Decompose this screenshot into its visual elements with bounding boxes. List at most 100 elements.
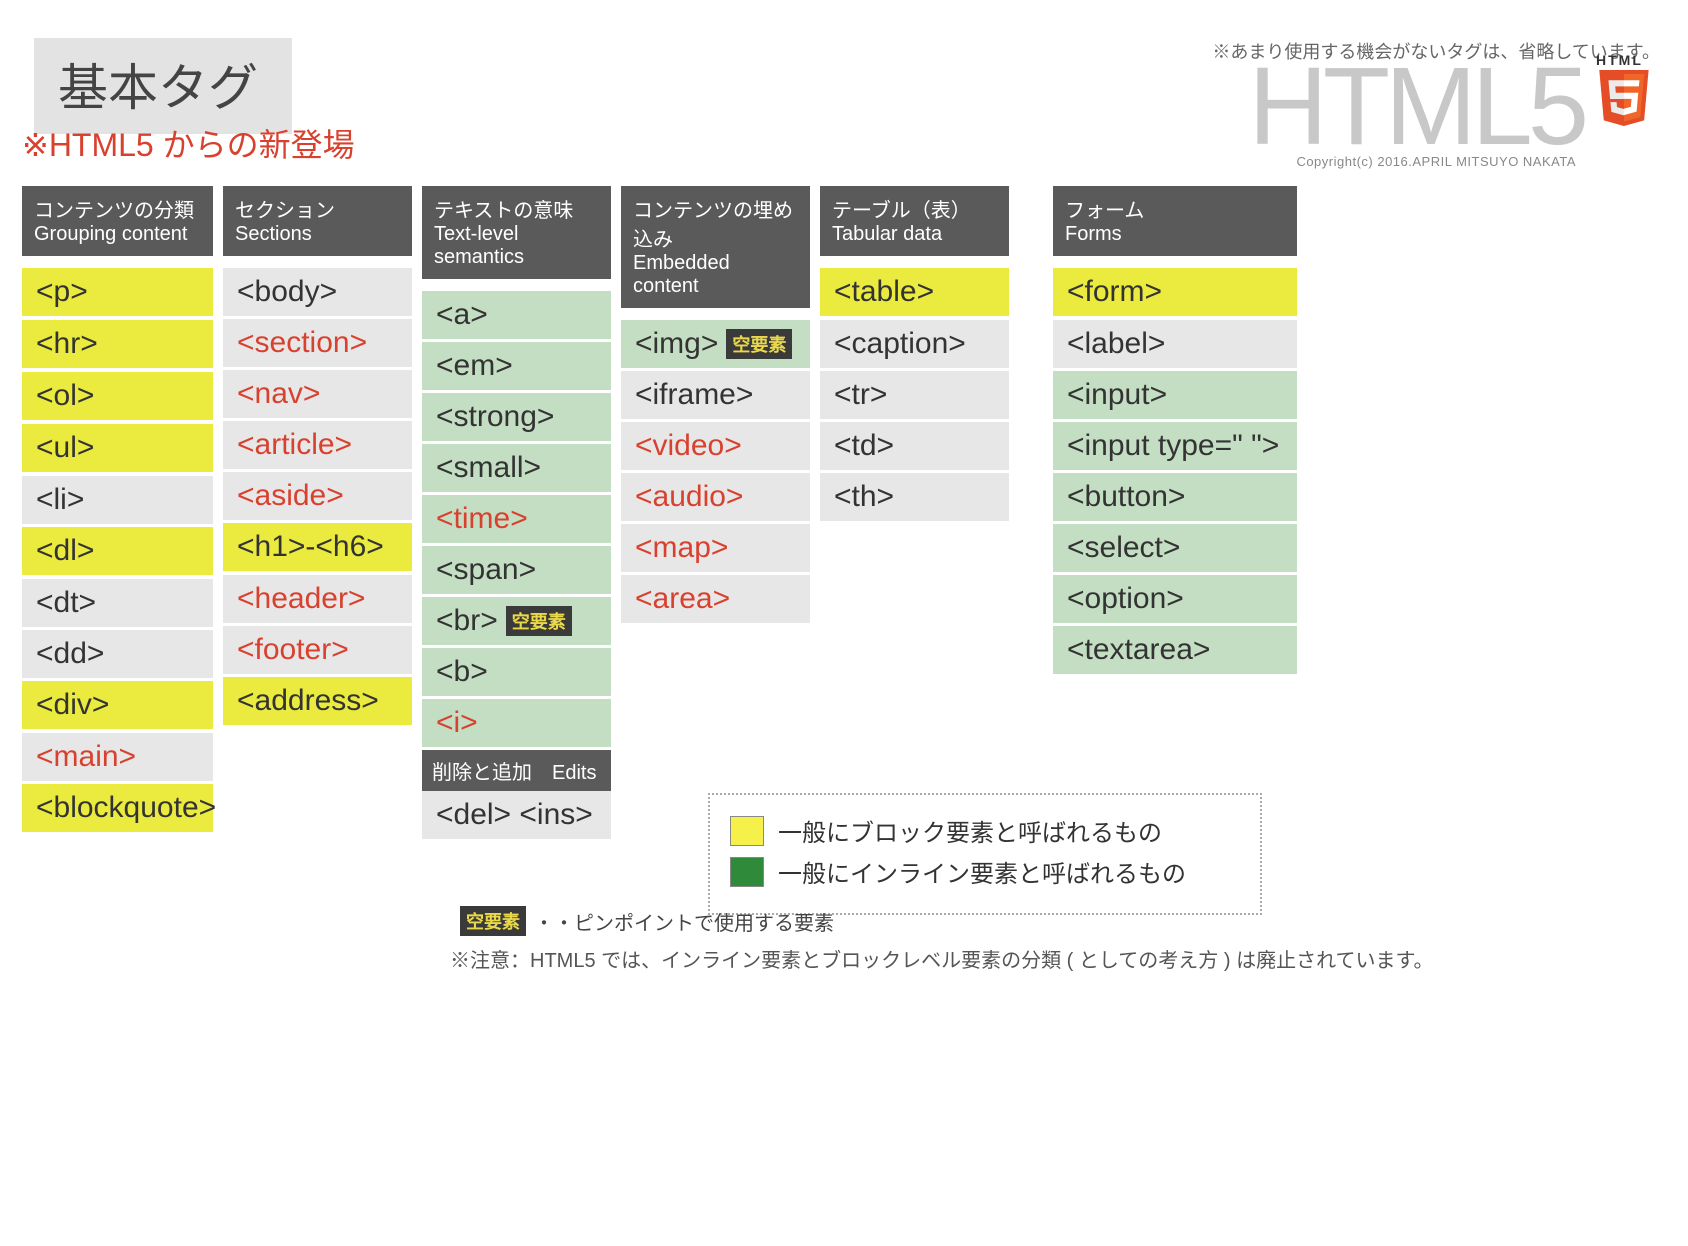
tag-cell: <dd> xyxy=(22,630,213,681)
tag-cell: <dl> xyxy=(22,527,213,579)
footer-empty-text: ・・ピンポイントで使用する要素 xyxy=(534,907,834,936)
tag-cell: <p> xyxy=(22,268,213,320)
tag-text: <dt> xyxy=(36,586,96,620)
tag-text: <section> xyxy=(237,326,367,360)
swatch-yellow xyxy=(730,816,764,846)
tag-text: <small> xyxy=(436,451,541,485)
column-header: コンテンツの埋め込みEmbedded content xyxy=(621,186,810,308)
tag-text: <form> xyxy=(1067,275,1162,309)
tag-cell: <b> xyxy=(422,648,611,699)
tag-cell: <select> xyxy=(1053,524,1297,575)
tag-cell: <iframe> xyxy=(621,371,810,422)
html5-badge-icon: HTML xyxy=(1596,52,1660,131)
footer-empty-note: 空要素 ・・ピンポイントで使用する要素 xyxy=(460,906,834,936)
column-header: テーブル（表）Tabular data xyxy=(820,186,1009,256)
tag-text: <p> xyxy=(36,275,88,309)
tag-text: <address> xyxy=(237,684,379,718)
tag-cell: <table> xyxy=(820,268,1009,320)
tag-text: <footer> xyxy=(237,633,349,667)
tag-text: <img> xyxy=(635,327,718,361)
column: コンテンツの埋め込みEmbedded content <img>空要素<ifram… xyxy=(621,186,810,842)
tag-text: <div> xyxy=(36,688,109,722)
tag-text: <ol> xyxy=(36,379,94,413)
tag-cell: <img>空要素 xyxy=(621,320,810,371)
column-header-jp: コンテンツの埋め込み xyxy=(633,194,798,252)
column-header-jp: セクション xyxy=(235,194,400,223)
column-header-jp: テキストの意味 xyxy=(434,194,599,223)
column: フォームForms <form> <label> <input><input type… xyxy=(1053,186,1297,842)
tag-cell: <i> xyxy=(422,699,611,750)
tag-text: <b> xyxy=(436,655,488,689)
tag-cell: <tr> xyxy=(820,371,1009,422)
tag-text: <hr> xyxy=(36,327,98,361)
tag-cell: <li> xyxy=(22,476,213,527)
tag-cell: <span> xyxy=(422,546,611,597)
tag-cell: <del> <ins> xyxy=(422,791,611,842)
column-header-jp: テーブル（表） xyxy=(832,194,997,223)
tag-cell: <blockquote> xyxy=(22,784,213,836)
column-header: テキストの意味Text-level semantics xyxy=(422,186,611,279)
legend-row-inline: 一般にインライン要素と呼ばれるもの xyxy=(730,854,1240,889)
page-subtitle: ※HTML5 からの新登場 xyxy=(22,120,355,166)
tag-text: <nav> xyxy=(237,377,320,411)
empty-badge-icon: 空要素 xyxy=(506,606,572,636)
tag-cell: <h1>-<h6> xyxy=(223,523,412,575)
empty-badge-icon: 空要素 xyxy=(460,906,526,936)
column: テキストの意味Text-level semantics <a> <em> <stron… xyxy=(422,186,611,842)
column-header-en: Grouping content xyxy=(34,223,201,246)
tag-cell: <caption> xyxy=(820,320,1009,371)
tag-cell: <option> xyxy=(1053,575,1297,626)
tag-cell: <nav> xyxy=(223,370,412,421)
tag-cell: <hr> xyxy=(22,320,213,372)
tag-cell: <input type=" "> xyxy=(1053,422,1297,473)
column-header-jp: フォーム xyxy=(1065,194,1285,223)
logo-area: HTML5 HTML xyxy=(1248,52,1660,162)
tag-text: <header> xyxy=(237,582,365,616)
tag-text: <textarea> xyxy=(1067,633,1210,667)
legend-label-inline: 一般にインライン要素と呼ばれるもの xyxy=(778,854,1186,889)
column-header: セクションSections xyxy=(223,186,412,256)
columns-container: コンテンツの分類Grouping content<p><hr><ol><ul><… xyxy=(22,186,1297,842)
tag-text: <label> xyxy=(1067,327,1165,361)
tag-text: <h1>-<h6> xyxy=(237,530,384,564)
tag-cell: <small> xyxy=(422,444,611,495)
tag-text: <del> <ins> xyxy=(436,798,593,832)
tag-text: <strong> xyxy=(436,400,554,434)
copyright: Copyright(c) 2016.APRIL MITSUYO NAKATA xyxy=(1296,154,1576,169)
tag-cell: <time> xyxy=(422,495,611,546)
tag-cell: <audio> xyxy=(621,473,810,524)
column-header-en: Forms xyxy=(1065,223,1285,246)
tag-text: <a> xyxy=(436,298,488,332)
tag-text: <caption> xyxy=(834,327,966,361)
tag-cell: <map> xyxy=(621,524,810,575)
tag-cell: <header> xyxy=(223,575,412,626)
tag-text: <map> xyxy=(635,531,728,565)
footer-note: ※注意：HTML5 では、インライン要素とブロックレベル要素の分類 ( としての… xyxy=(450,944,1433,973)
legend-box: 一般にブロック要素と呼ばれるもの 一般にインライン要素と呼ばれるもの xyxy=(708,793,1262,915)
column-header-en: Text-level semantics xyxy=(434,223,599,269)
tag-cell: <input> xyxy=(1053,371,1297,422)
column-header: コンテンツの分類Grouping content xyxy=(22,186,213,256)
tag-cell: <ul> xyxy=(22,424,213,476)
tag-cell: <ol> xyxy=(22,372,213,424)
tag-text: <br> xyxy=(436,604,498,638)
column-header-en: Embedded content xyxy=(633,252,798,298)
tag-cell: <body> xyxy=(223,268,412,319)
tag-text: <audio> xyxy=(635,480,743,514)
tag-text: <em> xyxy=(436,349,513,383)
tag-text: <time> xyxy=(436,502,528,536)
legend-row-block: 一般にブロック要素と呼ばれるもの xyxy=(730,813,1240,848)
tag-text: <option> xyxy=(1067,582,1184,616)
tag-cell: <aside> xyxy=(223,472,412,523)
tag-cell: <section> xyxy=(223,319,412,370)
tag-cell: <video> xyxy=(621,422,810,473)
tag-text: <main> xyxy=(36,740,136,774)
tag-text: <video> xyxy=(635,429,742,463)
tag-text: <td> xyxy=(834,429,894,463)
tag-text: <button> xyxy=(1067,480,1185,514)
tag-cell: <label> xyxy=(1053,320,1297,371)
tag-text: <th> xyxy=(834,480,894,514)
tag-text: <tr> xyxy=(834,378,887,412)
column-subheader: 削除と追加 Edits xyxy=(422,750,611,791)
tag-text: <span> xyxy=(436,553,536,587)
